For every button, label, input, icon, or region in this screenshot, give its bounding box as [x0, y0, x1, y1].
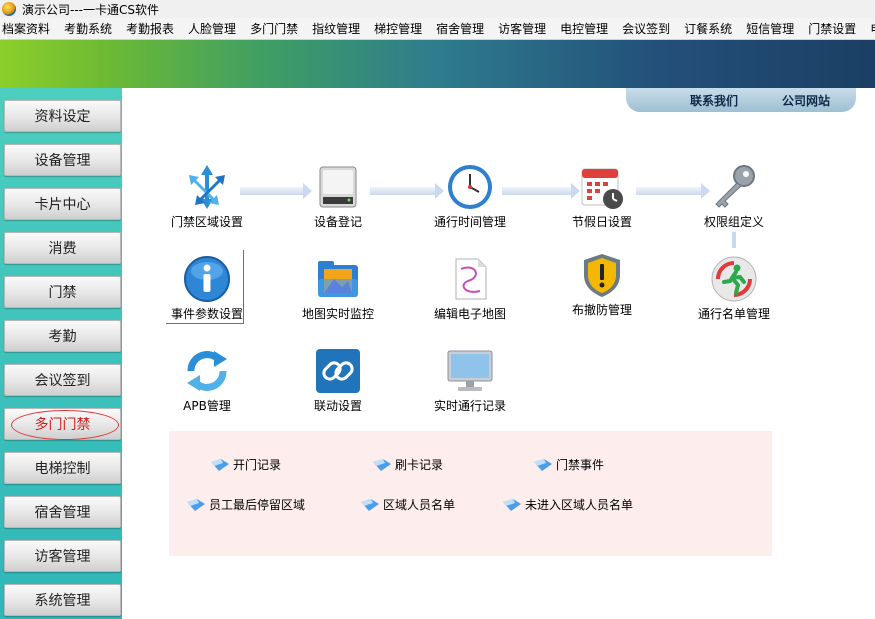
report-door-events[interactable]: 门禁事件 [534, 456, 604, 473]
info-icon [183, 255, 231, 303]
exit-runner-icon [710, 255, 758, 303]
report-area-people[interactable]: 区域人员名单 [361, 496, 455, 513]
feature-live-records-label: 实时通行记录 [433, 399, 506, 413]
nav-meeting[interactable]: 会议签到 [4, 364, 121, 396]
menu-power-control[interactable]: 电控管理 [553, 18, 615, 39]
menu-meeting[interactable]: 会议签到 [615, 18, 677, 39]
report-card-records[interactable]: 刷卡记录 [373, 456, 443, 473]
feature-edit-map-label: 编辑电子地图 [433, 307, 506, 321]
report-open-records-label: 开门记录 [233, 458, 282, 472]
report-last-area-label: 员工最后停留区域 [209, 498, 306, 512]
nav-system[interactable]: 系统管理 [4, 584, 121, 616]
menu-archive[interactable]: 档案资料 [0, 18, 57, 39]
clock-icon [446, 163, 494, 211]
nav-elevator[interactable]: 电梯控制 [4, 452, 121, 484]
feature-map-monitor-label: 地图实时监控 [301, 307, 374, 321]
feature-arming[interactable]: 布撤防管理 [542, 251, 662, 318]
sidebar: 资料设定 设备管理 卡片中心 消费 门禁 考勤 会议签到 多门门禁 电梯控制 宿… [0, 88, 122, 619]
menu-fingerprint[interactable]: 指纹管理 [305, 18, 367, 39]
feature-apb[interactable]: APB管理 [147, 347, 267, 414]
company-website-link[interactable]: 公司网站 [782, 92, 830, 109]
refresh-arrows-icon [183, 347, 231, 395]
title-bar: 演示公司---一卡通CS软件 [0, 0, 875, 18]
menu-sms[interactable]: 短信管理 [739, 18, 801, 39]
compass-arrows-icon [183, 163, 231, 211]
nav-multi-door-active[interactable]: 多门门禁 [4, 408, 121, 440]
feature-area-settings-label: 门禁区域设置 [170, 215, 243, 229]
contact-us-link[interactable]: 联系我们 [690, 92, 738, 109]
report-last-area[interactable]: 员工最后停留区域 [187, 496, 305, 513]
menu-access-settings[interactable]: 门禁设置 [801, 18, 863, 39]
link-icon [314, 347, 362, 395]
report-not-entered[interactable]: 未进入区域人员名单 [503, 496, 633, 513]
gem-icon [534, 458, 552, 471]
menu-visitor[interactable]: 访客管理 [491, 18, 553, 39]
feature-area-settings[interactable]: 门禁区域设置 [147, 163, 267, 230]
feature-permission-groups-label: 权限组定义 [703, 215, 764, 229]
hard-drive-icon [314, 163, 362, 211]
menu-ordering[interactable]: 订餐系统 [677, 18, 739, 39]
report-area-people-label: 区域人员名单 [383, 498, 456, 512]
menu-multi-door[interactable]: 多门门禁 [243, 18, 305, 39]
nav-device-management[interactable]: 设备管理 [4, 144, 121, 176]
feature-holiday-settings-label: 节假日设置 [571, 215, 632, 229]
menu-attendance-report[interactable]: 考勤报表 [119, 18, 181, 39]
feature-edit-map[interactable]: 编辑电子地图 [410, 255, 530, 322]
feature-linkage[interactable]: 联动设置 [278, 347, 398, 414]
menu-elevator[interactable]: 梯控管理 [367, 18, 429, 39]
nav-dormitory[interactable]: 宿舍管理 [4, 496, 121, 528]
feature-live-records[interactable]: 实时通行记录 [410, 347, 530, 414]
flow-connector [732, 232, 736, 248]
feature-device-register[interactable]: 设备登记 [278, 163, 398, 230]
feature-map-monitor[interactable]: 地图实时监控 [278, 255, 398, 322]
menu-attendance-system[interactable]: 考勤系统 [57, 18, 119, 39]
feature-time-management[interactable]: 通行时间管理 [410, 163, 530, 230]
key-icon [710, 163, 758, 211]
nav-visitor[interactable]: 访客管理 [4, 540, 121, 572]
feature-time-management-label: 通行时间管理 [433, 215, 506, 229]
menu-bar: 档案资料 考勤系统 考勤报表 人脸管理 多门门禁 指纹管理 梯控管理 宿舍管理 … [0, 18, 875, 40]
gem-icon [211, 458, 229, 471]
feature-device-register-label: 设备登记 [313, 215, 362, 229]
feature-pass-list[interactable]: 通行名单管理 [674, 255, 794, 322]
feature-apb-label: APB管理 [183, 399, 231, 413]
nav-consumption[interactable]: 消费 [4, 232, 121, 264]
folder-photo-icon [314, 255, 362, 303]
window-title: 演示公司---一卡通CS软件 [22, 2, 159, 17]
gem-icon [373, 458, 391, 471]
menu-dormitory[interactable]: 宿舍管理 [429, 18, 491, 39]
feature-arming-label: 布撤防管理 [571, 303, 632, 317]
menu-more[interactable]: 电 [863, 18, 875, 39]
menu-face[interactable]: 人脸管理 [181, 18, 243, 39]
report-door-events-label: 门禁事件 [556, 458, 605, 472]
report-not-entered-label: 未进入区域人员名单 [525, 498, 634, 512]
feature-linkage-label: 联动设置 [313, 399, 362, 413]
nav-multi-door-label: 多门门禁 [34, 417, 91, 433]
feature-pass-list-label: 通行名单管理 [697, 307, 770, 321]
report-open-records[interactable]: 开门记录 [211, 456, 281, 473]
selection-frame [166, 323, 244, 324]
gem-icon [503, 498, 521, 511]
feature-holiday-settings[interactable]: 节假日设置 [542, 163, 662, 230]
feature-event-params-label: 事件参数设置 [170, 307, 243, 321]
reports-panel: 开门记录 刷卡记录 门禁事件 员工最后停留区域 区域人员名单 未进入区域人员名单 [169, 431, 772, 556]
calendar-clock-icon [578, 163, 626, 211]
report-card-records-label: 刷卡记录 [395, 458, 444, 472]
nav-card-center[interactable]: 卡片中心 [4, 188, 121, 220]
warning-shield-icon [578, 251, 626, 299]
app-icon [2, 2, 16, 16]
gem-icon [187, 498, 205, 511]
monitor-icon [446, 347, 494, 395]
header-banner [0, 40, 875, 88]
nav-data-settings[interactable]: 资料设定 [4, 100, 121, 132]
nav-access[interactable]: 门禁 [4, 276, 121, 308]
feature-event-params[interactable]: 事件参数设置 [147, 255, 267, 322]
feature-permission-groups[interactable]: 权限组定义 [674, 163, 794, 230]
nav-attendance[interactable]: 考勤 [4, 320, 121, 352]
gem-icon [361, 498, 379, 511]
top-links: 联系我们 公司网站 [626, 88, 856, 112]
draw-document-icon [446, 255, 494, 303]
